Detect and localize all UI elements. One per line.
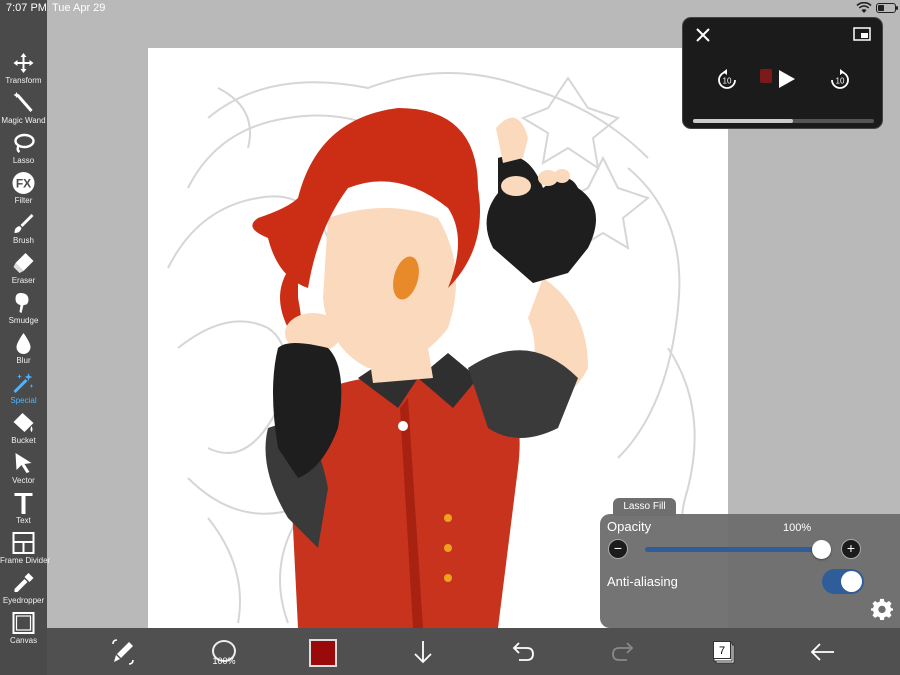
layer-down-button[interactable]	[407, 636, 439, 668]
tool-sidebar: Transform Magic Wand Lasso FX Filter Bru…	[0, 0, 51, 675]
video-thumbnail	[760, 69, 772, 83]
tool-frame-divider[interactable]: Frame Divider	[0, 528, 51, 568]
opacity-decrease-button[interactable]: −	[608, 539, 628, 559]
move-arrows-icon	[11, 51, 36, 75]
opacity-label: Opacity	[607, 519, 652, 534]
battery-icon	[876, 3, 898, 13]
frame-divider-icon	[11, 531, 36, 555]
opacity-increase-button[interactable]: +	[841, 539, 861, 559]
lasso-icon	[11, 131, 36, 155]
eraser-icon	[11, 251, 36, 275]
svg-text:10: 10	[836, 77, 845, 86]
tool-lasso[interactable]: Lasso	[0, 128, 47, 168]
opacity-slider-knob[interactable]	[812, 540, 831, 559]
tool-label: Bucket	[11, 436, 36, 445]
tool-eyedropper[interactable]: Eyedropper	[0, 568, 47, 608]
tool-label: Text	[16, 516, 31, 525]
play-icon[interactable]	[775, 68, 797, 90]
magic-wand-icon	[11, 91, 36, 115]
quick-menu-button[interactable]	[107, 636, 139, 668]
brush-swap-icon	[112, 639, 134, 665]
tool-smudge[interactable]: Smudge	[0, 288, 47, 328]
bucket-icon	[11, 411, 36, 435]
fx-icon: FX	[11, 171, 36, 195]
tool-bucket[interactable]: Bucket	[0, 408, 47, 448]
tool-brush[interactable]: Brush	[0, 208, 47, 248]
redo-icon	[612, 642, 634, 661]
sparkle-wand-icon	[11, 371, 36, 395]
eyedropper-icon	[11, 571, 36, 595]
cursor-icon	[11, 451, 36, 475]
lasso-fill-panel: Opacity 100% − + Anti-aliasing	[600, 514, 900, 628]
undo-icon	[512, 642, 534, 661]
skip-forward-10-icon[interactable]: 10	[829, 69, 851, 91]
video-pip-window[interactable]: 10 10	[682, 17, 883, 129]
tool-label: Eraser	[11, 276, 36, 285]
tool-label: Filter	[14, 196, 33, 205]
anti-aliasing-toggle[interactable]	[822, 569, 864, 594]
tool-transform[interactable]: Transform	[0, 48, 47, 88]
tool-label: Canvas	[9, 636, 38, 645]
status-time: 7:07 PM	[6, 2, 47, 14]
tool-special[interactable]: Special	[0, 368, 47, 408]
tool-text[interactable]: Text	[0, 488, 47, 528]
tool-filter[interactable]: FX Filter	[0, 168, 47, 208]
layers-button[interactable]: 7	[707, 636, 739, 668]
status-bar: 7:07 PM Tue Apr 29	[0, 0, 900, 16]
wifi-icon	[856, 2, 872, 13]
svg-text:10: 10	[723, 77, 732, 86]
tool-label: Lasso	[12, 156, 35, 165]
undo-button[interactable]	[507, 636, 539, 668]
close-icon[interactable]	[695, 27, 711, 43]
tool-magic-wand[interactable]: Magic Wand	[0, 88, 47, 128]
text-t-icon	[11, 491, 36, 515]
tool-label: Frame Divider	[0, 556, 51, 565]
tool-eraser[interactable]: Eraser	[0, 248, 47, 288]
bottom-toolbar: 100% 7	[47, 628, 900, 675]
arrow-down-icon	[414, 641, 432, 664]
gear-icon[interactable]	[871, 598, 893, 620]
tool-label: Vector	[12, 476, 35, 485]
opacity-slider[interactable]	[645, 540, 831, 559]
svg-text:FX: FX	[16, 177, 31, 191]
color-picker-swatch[interactable]	[309, 639, 337, 667]
tool-label: Smudge	[8, 316, 39, 325]
redo-button[interactable]	[607, 636, 639, 668]
back-button[interactable]	[807, 636, 839, 668]
droplet-icon	[11, 331, 36, 355]
video-progress-fill	[693, 119, 793, 123]
skip-back-10-icon[interactable]: 10	[716, 69, 738, 91]
tool-label: Eyedropper	[2, 596, 45, 605]
picture-in-picture-icon[interactable]	[853, 27, 871, 41]
tool-canvas[interactable]: Canvas	[0, 608, 47, 648]
anti-aliasing-label: Anti-aliasing	[607, 574, 678, 589]
brush-size-button[interactable]: 100%	[208, 638, 240, 668]
tool-label: Brush	[13, 236, 34, 245]
smudge-icon	[11, 291, 36, 315]
layer-count: 7	[713, 641, 731, 659]
brush-size-value: 100%	[212, 656, 236, 666]
tool-vector[interactable]: Vector	[0, 448, 47, 488]
tool-blur[interactable]: Blur	[0, 328, 47, 368]
tool-label: Blur	[16, 356, 31, 365]
video-progress-bar[interactable]	[693, 119, 874, 123]
tool-label: Special	[10, 396, 37, 405]
canvas-icon	[11, 611, 36, 635]
tool-label: Magic Wand	[1, 116, 46, 125]
arrow-left-icon	[810, 643, 834, 661]
brush-icon	[11, 211, 36, 235]
opacity-value: 100%	[783, 522, 812, 534]
status-date: Tue Apr 29	[52, 2, 106, 14]
tool-label: Transform	[5, 76, 42, 85]
